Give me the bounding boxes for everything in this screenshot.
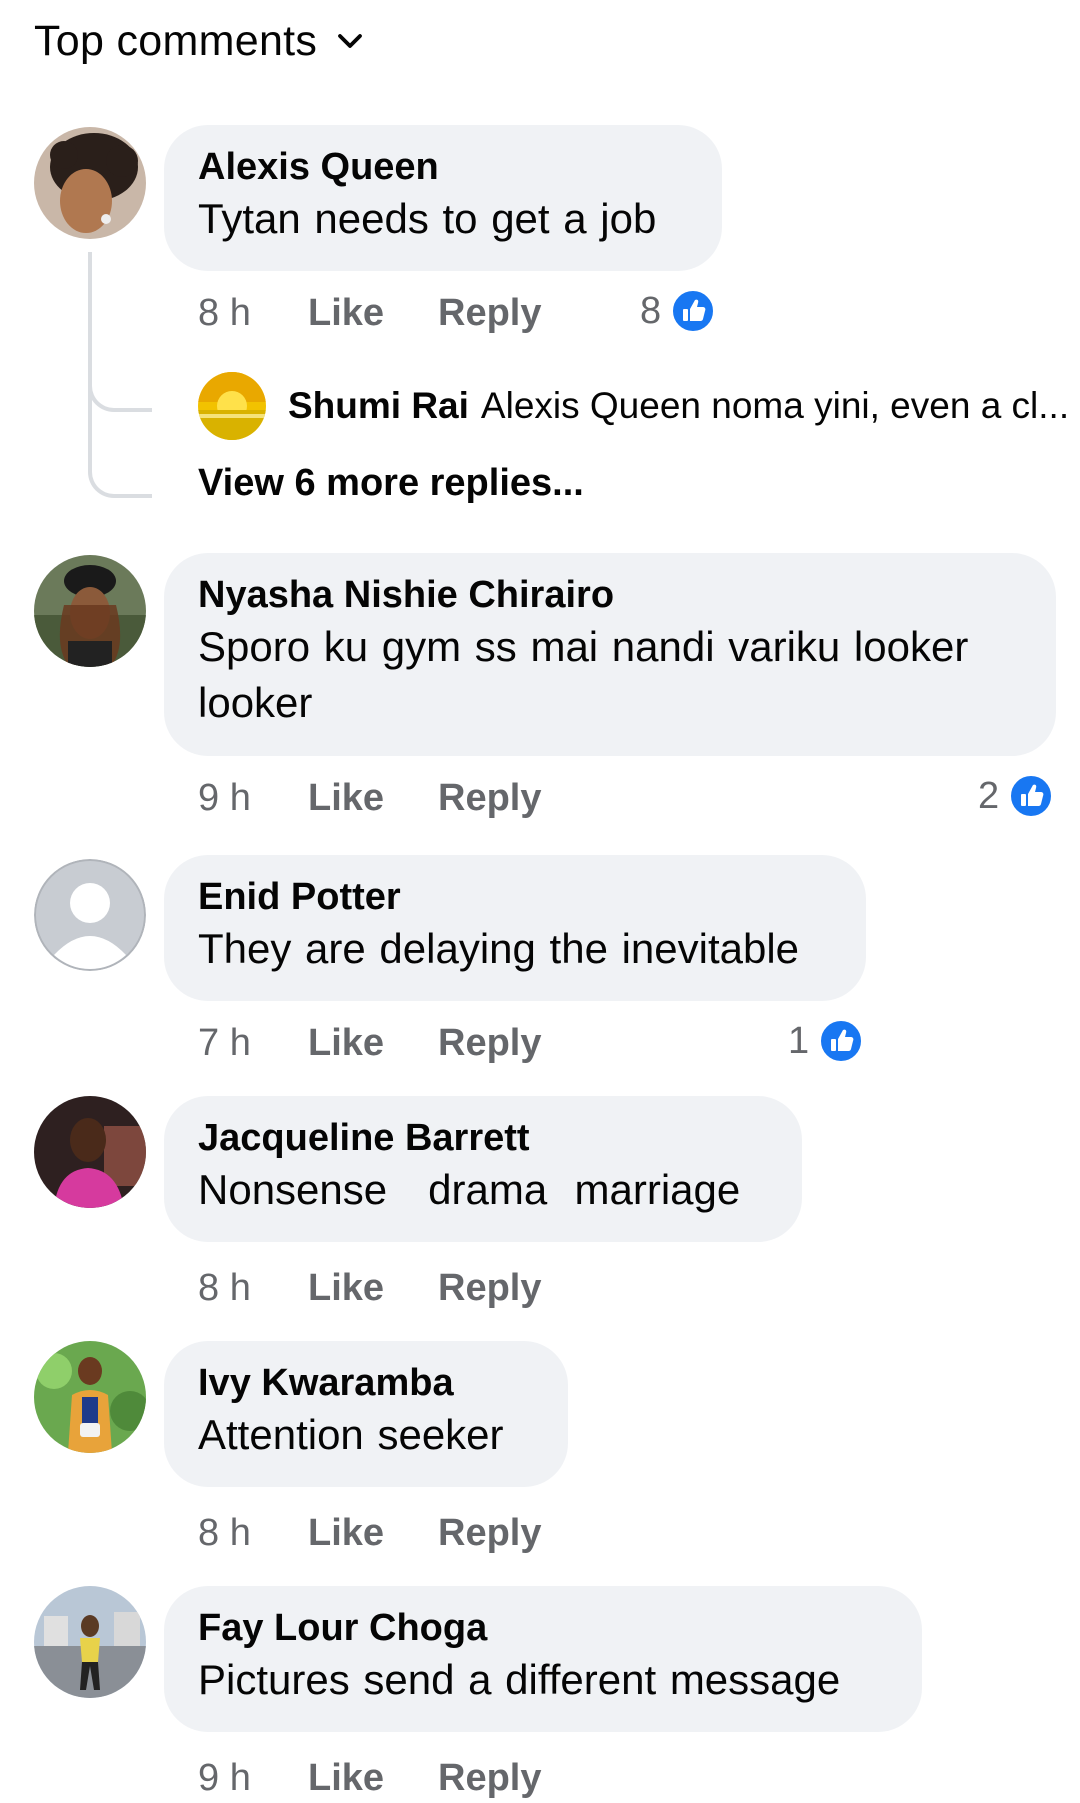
comment-bubble: Enid Potter They are delaying the inevit…	[164, 855, 866, 1001]
avatar[interactable]	[34, 859, 146, 971]
reply-avatar[interactable]	[198, 372, 266, 440]
profile-photo	[34, 127, 146, 239]
comment-actions: 8 h Like Reply	[198, 1508, 541, 1558]
comment-text: Tytan needs to get a job	[198, 195, 657, 242]
thumbs-up-icon	[1009, 774, 1054, 818]
reaction-count[interactable]: 2	[978, 771, 1054, 821]
avatar[interactable]	[34, 1096, 146, 1208]
comment-bubble: Nyasha Nishie Chirairo Sporo ku gym ss m…	[164, 553, 1056, 756]
comment-sort-dropdown[interactable]: Top comments	[34, 14, 365, 68]
comment-text: Sporo ku gym ss mai nandi variku looker …	[198, 623, 969, 726]
comment-author[interactable]: Fay Lour Choga	[198, 1604, 888, 1652]
comment-actions: 8 h Like Reply	[198, 288, 541, 338]
avatar[interactable]	[34, 555, 146, 667]
comment-text: Nonsense drama marriage	[198, 1166, 741, 1213]
reply-button[interactable]: Reply	[438, 1267, 541, 1310]
reply-button[interactable]: Reply	[438, 1512, 541, 1555]
like-button[interactable]: Like	[308, 1267, 438, 1310]
comment-author[interactable]: Jacqueline Barrett	[198, 1114, 768, 1162]
comment-text: Attention seeker	[198, 1411, 504, 1458]
comment-author[interactable]: Enid Potter	[198, 873, 832, 921]
comment-time[interactable]: 8 h	[198, 1267, 308, 1310]
comment-actions: 9 h Like Reply	[198, 773, 541, 823]
comment-actions: 9 h Like Reply	[198, 1753, 541, 1803]
reaction-number: 1	[788, 1019, 810, 1062]
reaction-count[interactable]: 1	[788, 1016, 864, 1066]
comment-actions: 8 h Like Reply	[198, 1263, 541, 1313]
reaction-number: 8	[640, 289, 662, 332]
reply-button[interactable]: Reply	[438, 1022, 541, 1065]
like-button[interactable]: Like	[308, 292, 438, 335]
comment-bubble: Ivy Kwaramba Attention seeker	[164, 1341, 568, 1487]
like-button[interactable]: Like	[308, 1022, 438, 1065]
comment-author[interactable]: Alexis Queen	[198, 143, 688, 191]
comment-actions: 7 h Like Reply	[198, 1018, 541, 1068]
reaction-count[interactable]: 8	[640, 286, 716, 336]
reply-button[interactable]: Reply	[438, 1757, 541, 1800]
thumbs-up-icon	[819, 1019, 864, 1063]
comment-time[interactable]: 9 h	[198, 777, 308, 820]
view-more-replies-link[interactable]: View 6 more replies...	[198, 462, 584, 505]
reply-author[interactable]: Shumi Rai	[288, 385, 469, 427]
comment-text: They are delaying the inevitable	[198, 925, 800, 972]
comment-bubble: Jacqueline Barrett Nonsense drama marria…	[164, 1096, 802, 1242]
like-button[interactable]: Like	[308, 1512, 438, 1555]
profile-photo	[34, 1096, 146, 1208]
profile-photo	[34, 555, 146, 667]
comment-time[interactable]: 8 h	[198, 292, 308, 335]
comment-time[interactable]: 9 h	[198, 1757, 308, 1800]
reply-preview[interactable]: Shumi Rai Alexis Queen noma yini, even a…	[198, 371, 1069, 441]
avatar[interactable]	[34, 1586, 146, 1698]
like-button[interactable]: Like	[308, 1757, 438, 1800]
comment-bubble: Fay Lour Choga Pictures send a different…	[164, 1586, 922, 1732]
avatar[interactable]	[34, 127, 146, 239]
like-button[interactable]: Like	[308, 777, 438, 820]
avatar[interactable]	[34, 1341, 146, 1453]
reply-button[interactable]: Reply	[438, 292, 541, 335]
comment-time[interactable]: 8 h	[198, 1512, 308, 1555]
comment-time[interactable]: 7 h	[198, 1022, 308, 1065]
thumbs-up-icon	[671, 289, 716, 333]
chevron-down-icon	[338, 34, 363, 48]
profile-photo	[34, 1341, 146, 1453]
sort-label: Top comments	[34, 16, 318, 65]
reply-button[interactable]: Reply	[438, 777, 541, 820]
comment-text: Pictures send a different message	[198, 1656, 841, 1703]
thread-connector	[88, 252, 152, 498]
profile-photo	[34, 1586, 146, 1698]
comment-bubble: Alexis Queen Tytan needs to get a job	[164, 125, 722, 271]
profile-photo	[198, 372, 266, 440]
reaction-number: 2	[978, 774, 1000, 817]
reply-snippet: Alexis Queen noma yini, even a cl...	[480, 385, 1070, 426]
comment-author[interactable]: Ivy Kwaramba	[198, 1359, 534, 1407]
default-avatar-icon	[34, 859, 146, 971]
comment-author[interactable]: Nyasha Nishie Chirairo	[198, 571, 1022, 619]
